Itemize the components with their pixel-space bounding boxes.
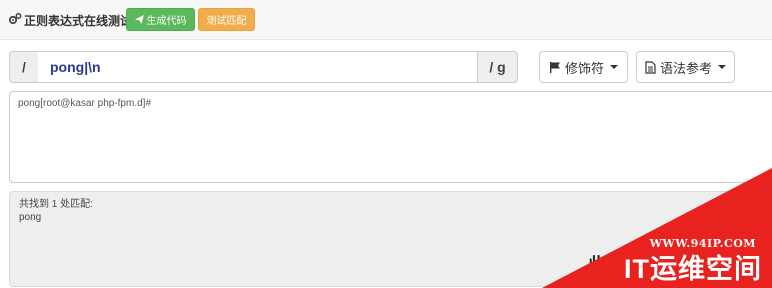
syntax-reference-label: 语法参考	[659, 60, 712, 76]
document-icon	[645, 60, 656, 74]
test-match-label: 测试匹配	[206, 16, 247, 27]
page-title: 正则表达式在线测试	[24, 14, 133, 28]
header-bar: 正则表达式在线测试 生成代码 测试匹配	[0, 0, 772, 40]
send-icon	[134, 15, 144, 24]
gears-icon	[8, 13, 22, 25]
generate-code-label: 生成代码	[146, 16, 187, 27]
syntax-reference-dropdown[interactable]: 语法参考	[636, 51, 735, 83]
test-match-button[interactable]: 测试匹配	[198, 8, 255, 31]
regex-tester-page: 正则表达式在线测试 生成代码 测试匹配 / / g 修饰符 语法参考 p	[0, 0, 772, 288]
modifier-label: 修饰符	[564, 60, 604, 76]
flag-icon	[549, 62, 560, 73]
watermark-brand: IT运维空间	[624, 254, 762, 284]
regex-input[interactable]	[38, 51, 478, 83]
modifier-dropdown[interactable]: 修饰符	[539, 51, 628, 83]
regex-flags-display: / g	[477, 51, 518, 83]
watermark: WWW.94IP.COM IT运维空间	[542, 168, 772, 288]
generate-code-button[interactable]: 生成代码	[126, 8, 195, 31]
regex-open-delimiter: /	[9, 51, 39, 83]
chevron-down-icon	[610, 65, 618, 69]
chevron-down-icon	[718, 65, 726, 69]
